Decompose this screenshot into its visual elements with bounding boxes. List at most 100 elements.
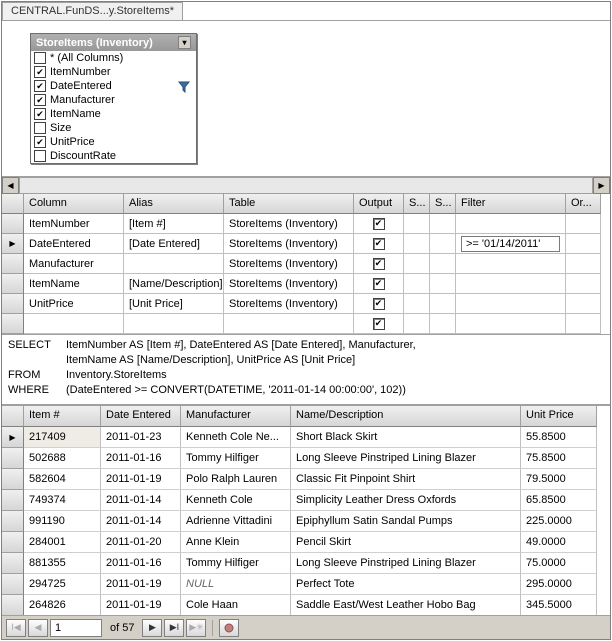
results-row-selector[interactable] [2, 574, 24, 595]
results-row-selector[interactable] [2, 595, 24, 616]
output-checkbox[interactable] [373, 298, 385, 310]
results-cell-item[interactable]: 264826 [24, 595, 101, 616]
criteria-cell-column[interactable]: UnitPrice [24, 294, 124, 314]
criteria-header-column[interactable]: Column [24, 194, 124, 214]
results-cell-name[interactable]: Long Sleeve Pinstriped Lining Blazer [291, 553, 521, 574]
criteria-cell-output[interactable] [354, 214, 404, 234]
results-cell-price[interactable]: 295.0000 [521, 574, 597, 595]
scroll-left-button[interactable]: ◀ [2, 177, 19, 194]
sql-pane[interactable]: SELECTItemNumber AS [Item #], DateEntere… [2, 335, 610, 405]
table-box-titlebar[interactable]: StoreItems (Inventory) ▾ [31, 34, 196, 51]
criteria-cell-table[interactable]: StoreItems (Inventory) [224, 214, 354, 234]
results-header-manufacturer[interactable]: Manufacturer [181, 406, 291, 427]
results-cell-price[interactable]: 75.8500 [521, 448, 597, 469]
criteria-cell-sorttype[interactable] [404, 314, 430, 334]
results-corner[interactable] [2, 406, 24, 427]
results-header-date[interactable]: Date Entered [101, 406, 181, 427]
scroll-right-button[interactable]: ▶ [593, 177, 610, 194]
column-row-itemnumber[interactable]: ItemNumber [31, 65, 196, 79]
criteria-header-table[interactable]: Table [224, 194, 354, 214]
results-row-selector[interactable] [2, 553, 24, 574]
criteria-cell-column[interactable] [24, 314, 124, 334]
output-checkbox[interactable] [373, 238, 385, 250]
results-cell-manufacturer[interactable]: Kenneth Cole Ne... [181, 427, 291, 448]
criteria-cell-or[interactable] [566, 234, 601, 254]
criteria-cell-table[interactable]: StoreItems (Inventory) [224, 294, 354, 314]
results-cell-date[interactable]: 2011-01-20 [101, 532, 181, 553]
criteria-cell-output[interactable] [354, 294, 404, 314]
column-row-size[interactable]: Size [31, 121, 196, 135]
results-header-name[interactable]: Name/Description [291, 406, 521, 427]
diagram-hscroll[interactable]: ◀ ▶ [2, 176, 610, 193]
output-checkbox[interactable] [373, 218, 385, 230]
criteria-row-selector[interactable] [2, 314, 24, 334]
table-box-menu-button[interactable]: ▾ [178, 36, 191, 49]
criteria-header-filter[interactable]: Filter [456, 194, 566, 214]
criteria-cell-or[interactable] [566, 314, 601, 334]
criteria-cell-alias[interactable] [124, 314, 224, 334]
results-header-item[interactable]: Item # [24, 406, 101, 427]
column-checkbox[interactable] [34, 94, 46, 106]
filter-input[interactable]: >= '01/14/2011' [461, 236, 560, 252]
results-cell-manufacturer[interactable]: Tommy Hilfiger [181, 553, 291, 574]
results-cell-manufacturer[interactable]: Cole Haan [181, 595, 291, 616]
criteria-cell-sorttype[interactable] [404, 254, 430, 274]
nav-page-input[interactable]: 1 [50, 619, 102, 637]
results-cell-item[interactable]: 294725 [24, 574, 101, 595]
criteria-cell-sortorder[interactable] [430, 294, 456, 314]
column-row-allcolumns[interactable]: * (All Columns) [31, 51, 196, 65]
results-cell-name[interactable]: Epiphyllum Satin Sandal Pumps [291, 511, 521, 532]
column-checkbox[interactable] [34, 52, 46, 64]
results-cell-date[interactable]: 2011-01-23 [101, 427, 181, 448]
criteria-cell-table[interactable]: StoreItems (Inventory) [224, 274, 354, 294]
results-cell-price[interactable]: 49.0000 [521, 532, 597, 553]
results-cell-manufacturer[interactable]: Kenneth Cole [181, 490, 291, 511]
criteria-header-output[interactable]: Output [354, 194, 404, 214]
criteria-row-selector[interactable] [2, 234, 24, 254]
criteria-cell-sorttype[interactable] [404, 294, 430, 314]
criteria-cell-sortorder[interactable] [430, 274, 456, 294]
nav-prev-button[interactable]: ◀ [28, 619, 48, 637]
results-cell-price[interactable]: 55.8500 [521, 427, 597, 448]
results-row-selector[interactable] [2, 490, 24, 511]
criteria-cell-alias[interactable]: [Name/Description] [124, 274, 224, 294]
results-cell-date[interactable]: 2011-01-16 [101, 553, 181, 574]
column-checkbox[interactable] [34, 80, 46, 92]
results-cell-price[interactable]: 225.0000 [521, 511, 597, 532]
column-checkbox[interactable] [34, 122, 46, 134]
results-cell-name[interactable]: Perfect Tote [291, 574, 521, 595]
criteria-row-selector[interactable] [2, 214, 24, 234]
results-cell-price[interactable]: 79.5000 [521, 469, 597, 490]
output-checkbox[interactable] [373, 318, 385, 330]
results-cell-manufacturer[interactable]: NULL [181, 574, 291, 595]
column-row-itemname[interactable]: ItemName [31, 107, 196, 121]
criteria-cell-filter[interactable] [456, 214, 566, 234]
criteria-header-alias[interactable]: Alias [124, 194, 224, 214]
results-cell-date[interactable]: 2011-01-14 [101, 490, 181, 511]
criteria-cell-column[interactable]: Manufacturer [24, 254, 124, 274]
criteria-cell-column[interactable]: DateEntered [24, 234, 124, 254]
criteria-cell-sortorder[interactable] [430, 214, 456, 234]
criteria-cell-sorttype[interactable] [404, 214, 430, 234]
criteria-cell-sorttype[interactable] [404, 274, 430, 294]
criteria-cell-table[interactable] [224, 314, 354, 334]
results-cell-name[interactable]: Classic Fit Pinpoint Shirt [291, 469, 521, 490]
column-row-manufacturer[interactable]: Manufacturer [31, 93, 196, 107]
nav-first-button[interactable]: I◀ [6, 619, 26, 637]
results-row-selector[interactable] [2, 448, 24, 469]
results-cell-name[interactable]: Saddle East/West Leather Hobo Bag [291, 595, 521, 616]
nav-new-button[interactable]: ▶✳ [186, 619, 206, 637]
results-header-price[interactable]: Unit Price [521, 406, 597, 427]
criteria-cell-table[interactable]: StoreItems (Inventory) [224, 254, 354, 274]
results-cell-date[interactable]: 2011-01-19 [101, 595, 181, 616]
criteria-header-sortorder[interactable]: S... [430, 194, 456, 214]
criteria-cell-filter[interactable] [456, 294, 566, 314]
criteria-cell-filter[interactable] [456, 254, 566, 274]
criteria-header-or[interactable]: Or... [566, 194, 601, 214]
criteria-cell-column[interactable]: ItemName [24, 274, 124, 294]
criteria-cell-alias[interactable] [124, 254, 224, 274]
results-cell-manufacturer[interactable]: Adrienne Vittadini [181, 511, 291, 532]
scroll-track[interactable] [19, 177, 593, 194]
results-row-selector[interactable] [2, 532, 24, 553]
results-cell-name[interactable]: Short Black Skirt [291, 427, 521, 448]
